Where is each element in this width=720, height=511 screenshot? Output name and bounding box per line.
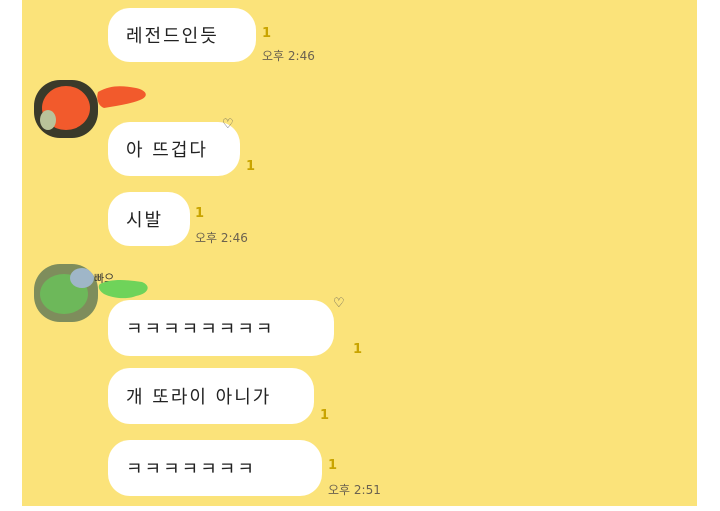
- heart-reaction-icon: ♡: [222, 117, 234, 132]
- unread-count: 1: [262, 26, 272, 41]
- message-bubble[interactable]: 아 뜨겁다: [108, 122, 240, 176]
- message-time: 오후 2:46: [195, 231, 248, 245]
- message-bubble[interactable]: 레전드인듯: [108, 8, 256, 62]
- redacted-avatar-image: [34, 264, 98, 322]
- message-text: 레전드인듯: [126, 26, 219, 47]
- message-text: 시발: [126, 210, 164, 231]
- chat-window: 레전드인듯 1 오후 2:46 아 뜨겁다 ♡ 1 시발 1 오후 2:46 빠…: [22, 0, 697, 506]
- avatar[interactable]: [34, 80, 98, 138]
- redacted-avatar-image: [34, 80, 98, 138]
- avatar[interactable]: [34, 264, 98, 322]
- message-text: 개 또라이 아니가: [126, 387, 272, 408]
- unread-count: 1: [320, 408, 330, 423]
- unread-count: 1: [195, 206, 205, 221]
- message-time: 오후 2:46: [262, 49, 315, 63]
- unread-count: 1: [328, 458, 338, 473]
- message-bubble[interactable]: ㅋㅋㅋㅋㅋㅋㅋㅋ: [108, 300, 334, 356]
- unread-count: 1: [246, 159, 256, 174]
- message-text: ㅋㅋㅋㅋㅋㅋㅋㅋ: [126, 319, 275, 340]
- message-bubble[interactable]: 시발: [108, 192, 190, 246]
- unread-count: 1: [353, 342, 363, 357]
- message-time: 오후 2:51: [328, 483, 381, 497]
- redacted-sender-name: [97, 86, 146, 108]
- heart-reaction-icon: ♡: [333, 296, 345, 311]
- message-text: ㅋㅋㅋㅋㅋㅋㅋ: [126, 459, 256, 480]
- message-text: 아 뜨겁다: [126, 140, 208, 161]
- message-bubble[interactable]: 개 또라이 아니가: [108, 368, 314, 424]
- message-bubble[interactable]: ㅋㅋㅋㅋㅋㅋㅋ: [108, 440, 322, 496]
